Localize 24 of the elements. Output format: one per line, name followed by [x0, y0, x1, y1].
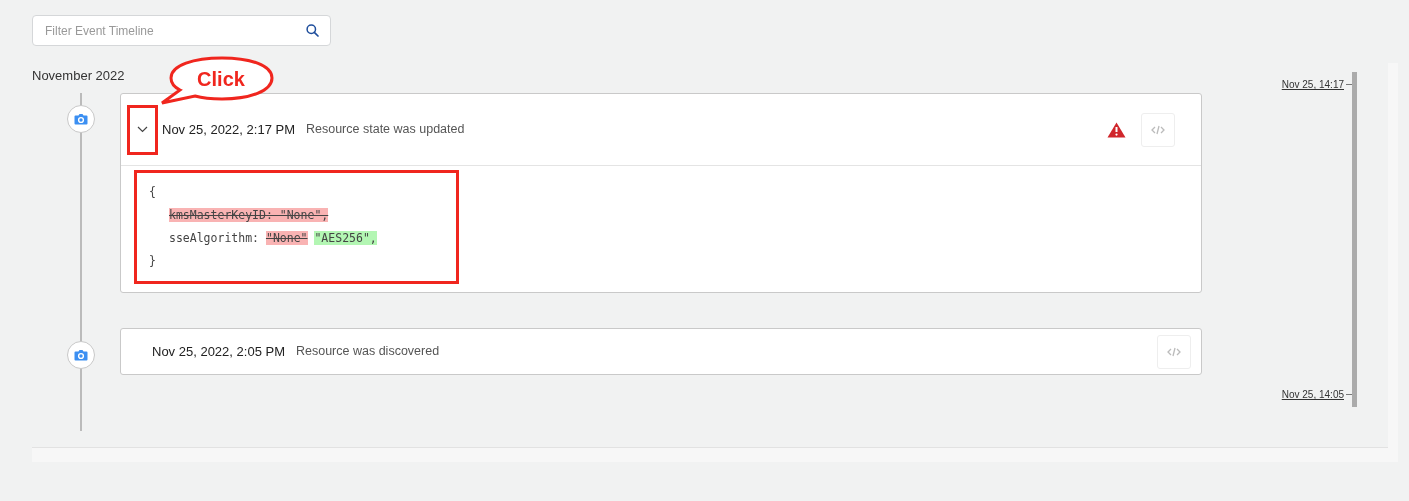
code-view-button[interactable]	[1157, 334, 1191, 369]
collapse-toggle[interactable]	[127, 104, 158, 155]
event-description: Resource state was updated	[306, 121, 465, 139]
timeline-marker-link[interactable]: Nov 25, 14:05	[1281, 387, 1344, 402]
added-value: "AES256",	[314, 231, 377, 245]
diff-brace: {	[149, 185, 156, 199]
code-view-button[interactable]	[1141, 112, 1175, 147]
callout-text: Click	[197, 68, 245, 90]
camera-icon	[67, 105, 95, 133]
removed-value: "None"	[265, 231, 308, 245]
search-icon	[306, 24, 319, 37]
timeline-scrollbar[interactable]	[1352, 72, 1357, 407]
code-icon	[1151, 124, 1165, 135]
diff-brace: }	[149, 254, 156, 268]
chevron-down-icon	[137, 126, 148, 133]
event-description: Resource was discovered	[296, 343, 440, 361]
event-time: Nov 25, 2022, 2:17 PM	[162, 120, 295, 139]
camera-icon	[67, 341, 95, 369]
search-field[interactable]: Filter Event Timeline	[32, 15, 331, 46]
code-icon	[1167, 346, 1181, 357]
diff-key: sseAlgorithm:	[169, 231, 259, 245]
event-time: Nov 25, 2022, 2:05 PM	[152, 342, 285, 361]
month-heading: November 2022	[32, 68, 125, 83]
timeline-marker-link[interactable]: Nov 25, 14:17	[1281, 77, 1344, 92]
